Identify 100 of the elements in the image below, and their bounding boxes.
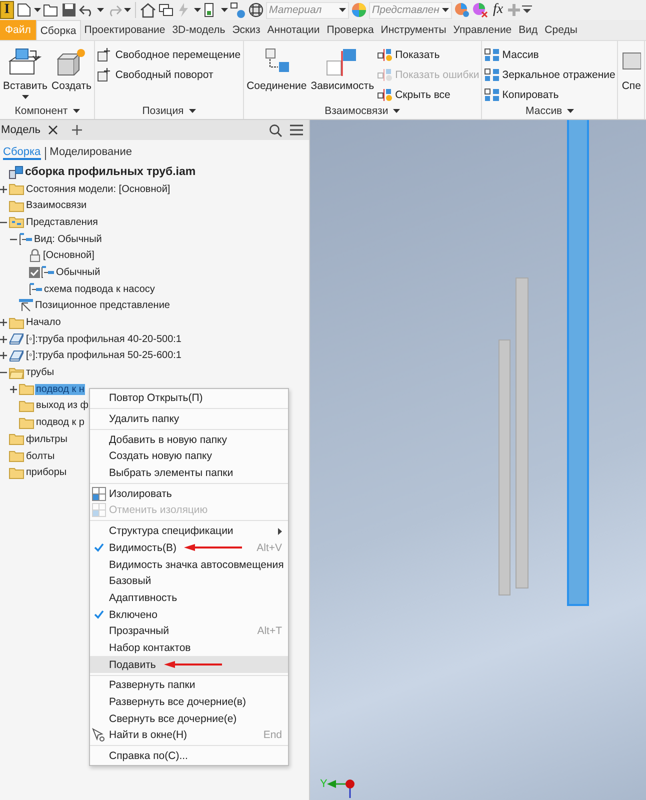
tree-item[interactable]: выход из ф: [35, 400, 90, 412]
tree-item[interactable]: схема подвода к насосу: [43, 284, 156, 295]
checkbox[interactable]: [29, 266, 40, 278]
group-label[interactable]: Компонент: [2, 102, 92, 119]
view-tree-icon: [29, 282, 42, 296]
menu-item[interactable]: Набор контактов: [90, 640, 288, 656]
ribbon-button[interactable]: Спе: [620, 43, 642, 119]
tree-item[interactable]: Взаимосвязи: [25, 200, 88, 212]
tree-item[interactable]: Вид: Обычный: [33, 234, 103, 245]
ribbon-tab[interactable]: Проверка: [323, 20, 378, 40]
ribbon-tab[interactable]: 3D-модель: [168, 20, 229, 40]
group-label[interactable]: Массив: [484, 103, 616, 119]
close-icon[interactable]: [48, 125, 58, 135]
add-tab-icon[interactable]: [72, 125, 82, 135]
tree-item[interactable]: [Основной]: [42, 250, 96, 262]
menu-item[interactable]: Выбрать элементы папки: [90, 464, 288, 482]
expand-icon[interactable]: [0, 336, 7, 343]
ribbon-button[interactable]: Скрыть все: [377, 86, 480, 103]
tree-item[interactable]: [◦]:труба профильная 50-25-600:1: [25, 350, 182, 362]
tree-item[interactable]: фильтры: [25, 434, 68, 445]
ribbon-tab[interactable]: Проектирование: [80, 20, 169, 40]
ribbon-button[interactable]: Копировать: [484, 86, 616, 103]
ribbon-button[interactable]: Свободное перемещение: [97, 46, 241, 63]
adjust-color-icon[interactable]: [454, 2, 470, 18]
ribbon-button[interactable]: Показать: [377, 46, 480, 63]
menu-item[interactable]: Развернуть папки: [90, 677, 288, 694]
save-icon[interactable]: [61, 2, 77, 18]
search-icon[interactable]: [269, 124, 282, 136]
tree-item[interactable]: приборы: [25, 467, 68, 478]
menu-item[interactable]: Подавить: [90, 656, 288, 673]
ribbon-button[interactable]: Зеркальное отражение: [484, 66, 616, 83]
new-file-icon[interactable]: [16, 2, 32, 18]
folder-icon: [9, 433, 24, 446]
browser-tab[interactable]: Модель: [1, 124, 40, 136]
ribbon-button[interactable]: Вставить: [2, 43, 49, 102]
ribbon-button[interactable]: Соединение: [246, 43, 308, 103]
part-icon: [9, 333, 24, 346]
open-folder-icon[interactable]: [43, 2, 59, 18]
ribbon-tab[interactable]: Эскиз: [228, 20, 264, 40]
ribbon-tab[interactable]: Управление: [450, 20, 516, 40]
menu-item[interactable]: Добавить в новую папку: [90, 431, 288, 448]
menu-item[interactable]: Создать новую папку: [90, 448, 288, 465]
ribbon-button[interactable]: Создать: [50, 43, 92, 102]
color-wheel-icon[interactable]: [351, 2, 367, 18]
tree-item[interactable]: сборка профильных труб.iam: [24, 166, 197, 178]
dropdown-caret-icon: [22, 95, 29, 99]
ribbon-button[interactable]: Свободный поворот: [97, 66, 241, 83]
app-logo[interactable]: I: [0, 1, 14, 19]
ribbon-button[interactable]: Зависимость: [310, 43, 376, 103]
tree-item[interactable]: Представления: [25, 216, 99, 228]
windows-icon[interactable]: [158, 2, 174, 18]
menu-item[interactable]: Свернуть все дочерние(е): [90, 710, 288, 728]
ribbon-button[interactable]: Массив: [484, 46, 616, 63]
tree-item[interactable]: подвод к н: [35, 384, 86, 395]
group-label[interactable]: Взаимосвязи: [246, 103, 480, 119]
formula-button[interactable]: fx: [490, 2, 506, 18]
caret-icon: [339, 8, 346, 12]
tree-item[interactable]: подвод к р: [35, 417, 86, 428]
browser-subtab[interactable]: Моделирование: [50, 146, 132, 160]
expand-icon[interactable]: [0, 186, 7, 193]
menu-item[interactable]: Удалить папку: [90, 410, 288, 428]
group-label[interactable]: Позиция: [97, 102, 241, 119]
sphere-icon[interactable]: [248, 2, 264, 18]
menu-item[interactable]: Адаптивность: [90, 590, 288, 606]
view-tree-icon: [41, 266, 54, 279]
menu-icon[interactable]: [290, 124, 303, 136]
menu-item[interactable]: Справка по(С)...: [90, 748, 288, 764]
tree-item[interactable]: [◦]:труба профильная 40-20-500:1: [25, 334, 182, 345]
ribbon-tab[interactable]: Среды: [541, 20, 581, 40]
ribbon-tab[interactable]: Сборка: [36, 20, 81, 40]
caret-icon: [188, 108, 196, 112]
menu-item[interactable]: Видимость значка автосовмещения: [90, 556, 288, 573]
ribbon-tab[interactable]: Аннотации: [264, 20, 324, 40]
tree-item[interactable]: Начало: [25, 317, 62, 328]
customize-icon[interactable]: [522, 5, 532, 15]
isolate-icon: [92, 486, 106, 501]
tree-item[interactable]: трубы: [25, 367, 56, 378]
tree-item[interactable]: болты: [25, 450, 56, 462]
menu-item[interactable]: Видимость(В) Alt+V: [90, 540, 288, 556]
menu-item[interactable]: Прозрачный Alt+T: [90, 622, 288, 640]
tree-item[interactable]: Позиционное представление: [34, 300, 171, 312]
ribbon-tab[interactable]: Вид: [515, 20, 542, 40]
menu-item[interactable]: Изолировать: [90, 485, 288, 502]
ribbon-tab[interactable]: Инструменты: [377, 20, 450, 40]
menu-item[interactable]: Повтор Открыть(П): [90, 390, 288, 407]
tree-item[interactable]: Обычный: [55, 266, 102, 278]
tree-item[interactable]: Состояния модели: [Основной]: [25, 184, 172, 195]
clear-color-icon[interactable]: [472, 2, 488, 18]
menu-item[interactable]: Включено: [90, 606, 288, 623]
menu-item[interactable]: Найти в окне(Н) End: [90, 727, 288, 744]
expand-icon[interactable]: [0, 319, 7, 326]
menu-item[interactable]: Развернуть все дочерние(в): [90, 694, 288, 710]
cursor-icon: [92, 728, 106, 742]
menu-item[interactable]: Структура спецификации: [90, 522, 288, 540]
home-icon[interactable]: [140, 2, 156, 18]
expand-icon[interactable]: [0, 352, 7, 360]
expand-icon[interactable]: [10, 386, 17, 393]
view-tree-icon: [19, 232, 32, 246]
menu-item[interactable]: Базовый: [90, 572, 288, 590]
browser-subtab[interactable]: Сборка: [3, 146, 41, 160]
